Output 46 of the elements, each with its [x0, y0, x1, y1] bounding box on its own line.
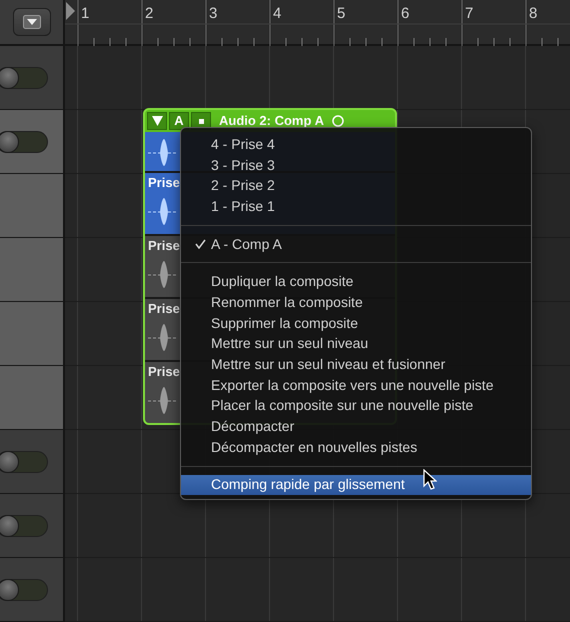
waveform-drawing [148, 385, 178, 415]
checkmark-icon [195, 239, 206, 250]
bar-number: 2 [145, 4, 154, 24]
menu-item[interactable]: Mettre sur un seul niveau et fusionner [181, 354, 531, 375]
collapse-button[interactable] [147, 112, 167, 130]
bar-number: 5 [337, 4, 346, 24]
toggle-switch[interactable] [0, 578, 48, 600]
toggle-switch[interactable] [0, 66, 48, 88]
menu-item[interactable]: 1 - Prise 1 [181, 196, 531, 217]
menu-item[interactable]: Mettre sur un seul niveau [181, 334, 531, 354]
bar-number: 6 [401, 4, 410, 24]
toggle-switch[interactable] [0, 514, 48, 536]
menu-item[interactable]: A - Comp A [181, 234, 531, 254]
take-folder-title: Audio 2: Comp A [219, 112, 324, 130]
waveform-drawing [148, 259, 178, 289]
menu-item[interactable]: 4 - Prise 4 [181, 134, 531, 155]
down-triangle-icon [152, 116, 162, 126]
bar-number: 4 [273, 4, 282, 24]
waveform-drawing [148, 322, 178, 352]
comp-selector-button[interactable]: A [169, 112, 189, 130]
take-label: Prise [148, 364, 180, 380]
take-label: Prise [148, 238, 180, 254]
bar-number: 7 [465, 4, 474, 24]
menu-item[interactable]: Exporter la composite vers une nouvelle piste [181, 374, 531, 396]
view-menu-button[interactable] [12, 8, 50, 36]
toggle-switch[interactable] [0, 130, 48, 152]
menu-item[interactable]: Décompacter en nouvelles pistes [181, 436, 531, 458]
bar-number: 3 [209, 4, 218, 24]
menu-item[interactable]: 2 - Prise 2 [181, 175, 531, 196]
menu-item[interactable]: Comping rapide par glissement [181, 474, 531, 496]
waveform-drawing [148, 196, 178, 226]
toggle-switch[interactable] [0, 450, 48, 472]
bar-number: 8 [529, 4, 538, 24]
bar-number: 1 [81, 4, 90, 24]
menu-item[interactable]: Dupliquer la composite [181, 271, 531, 292]
menu-item[interactable]: Placer la composite sur une nouvelle piste [181, 396, 531, 416]
menu-item[interactable]: Supprimer la composite [181, 312, 531, 334]
circle-icon [332, 115, 344, 127]
menu-item[interactable]: Décompacter [181, 416, 531, 437]
mouse-pointer-icon [423, 469, 437, 490]
take-label: Prise [148, 175, 180, 191]
menu-item[interactable]: Renommer la composite [181, 292, 531, 313]
waveform-drawing [148, 137, 178, 167]
take-label: Prise [148, 301, 180, 317]
square-icon [198, 118, 204, 124]
menu-item[interactable]: 3 - Prise 3 [181, 154, 531, 176]
